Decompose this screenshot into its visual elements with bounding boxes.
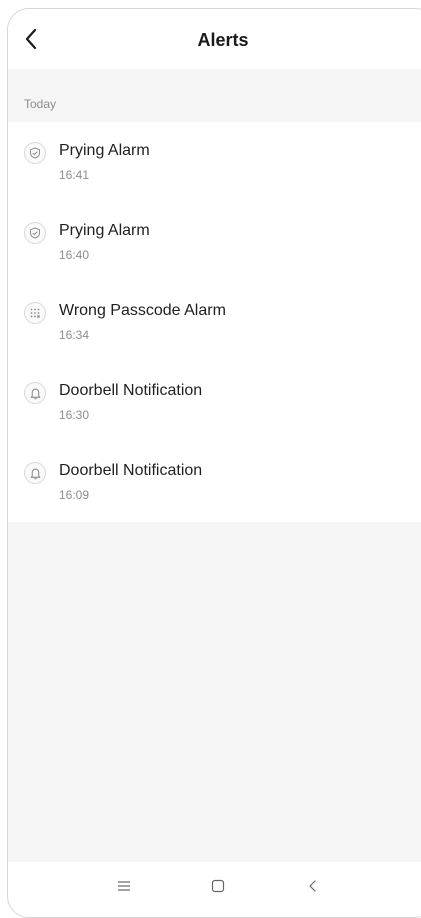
page-title: Alerts <box>197 30 249 50</box>
chevron-left-icon <box>25 28 37 50</box>
alert-title: Wrong Passcode Alarm <box>59 302 226 319</box>
menu-button[interactable] <box>109 874 139 898</box>
phone-frame: Alerts Today Prying Alarm 16:41 Prying A… <box>7 8 421 918</box>
back-chevron-icon <box>309 880 316 892</box>
alert-item[interactable]: Wrong Passcode Alarm 16:34 <box>8 282 421 362</box>
alert-item[interactable]: Prying Alarm 16:40 <box>8 202 421 282</box>
bell-icon <box>24 462 46 484</box>
shield-check-icon <box>24 222 46 244</box>
home-square-icon <box>211 879 225 893</box>
alert-item[interactable]: Prying Alarm 16:41 <box>8 122 421 202</box>
system-back-button[interactable] <box>298 874 328 898</box>
alert-time: 16:30 <box>59 408 90 422</box>
alert-time: 16:34 <box>59 328 90 342</box>
keypad-icon <box>24 302 46 324</box>
alert-item[interactable]: Doorbell Notification 16:30 <box>8 362 421 442</box>
alert-time: 16:09 <box>59 488 90 502</box>
system-nav-bar <box>8 862 421 917</box>
alert-title: Doorbell Notification <box>59 462 203 479</box>
back-button[interactable] <box>18 26 44 52</box>
alert-time: 16:41 <box>59 168 90 182</box>
section-label-today: Today <box>24 97 57 111</box>
bell-icon <box>24 382 46 404</box>
alert-title: Doorbell Notification <box>59 382 203 399</box>
menu-icon <box>118 881 130 891</box>
alert-list: Prying Alarm 16:41 Prying Alarm 16:40 Wr… <box>8 122 421 522</box>
alert-title: Prying Alarm <box>59 142 150 159</box>
alert-title: Prying Alarm <box>59 222 150 239</box>
header: Alerts <box>8 9 421 69</box>
alert-item[interactable]: Doorbell Notification 16:09 <box>8 442 421 522</box>
home-button[interactable] <box>203 874 233 898</box>
shield-check-icon <box>24 142 46 164</box>
alert-time: 16:40 <box>59 248 90 262</box>
